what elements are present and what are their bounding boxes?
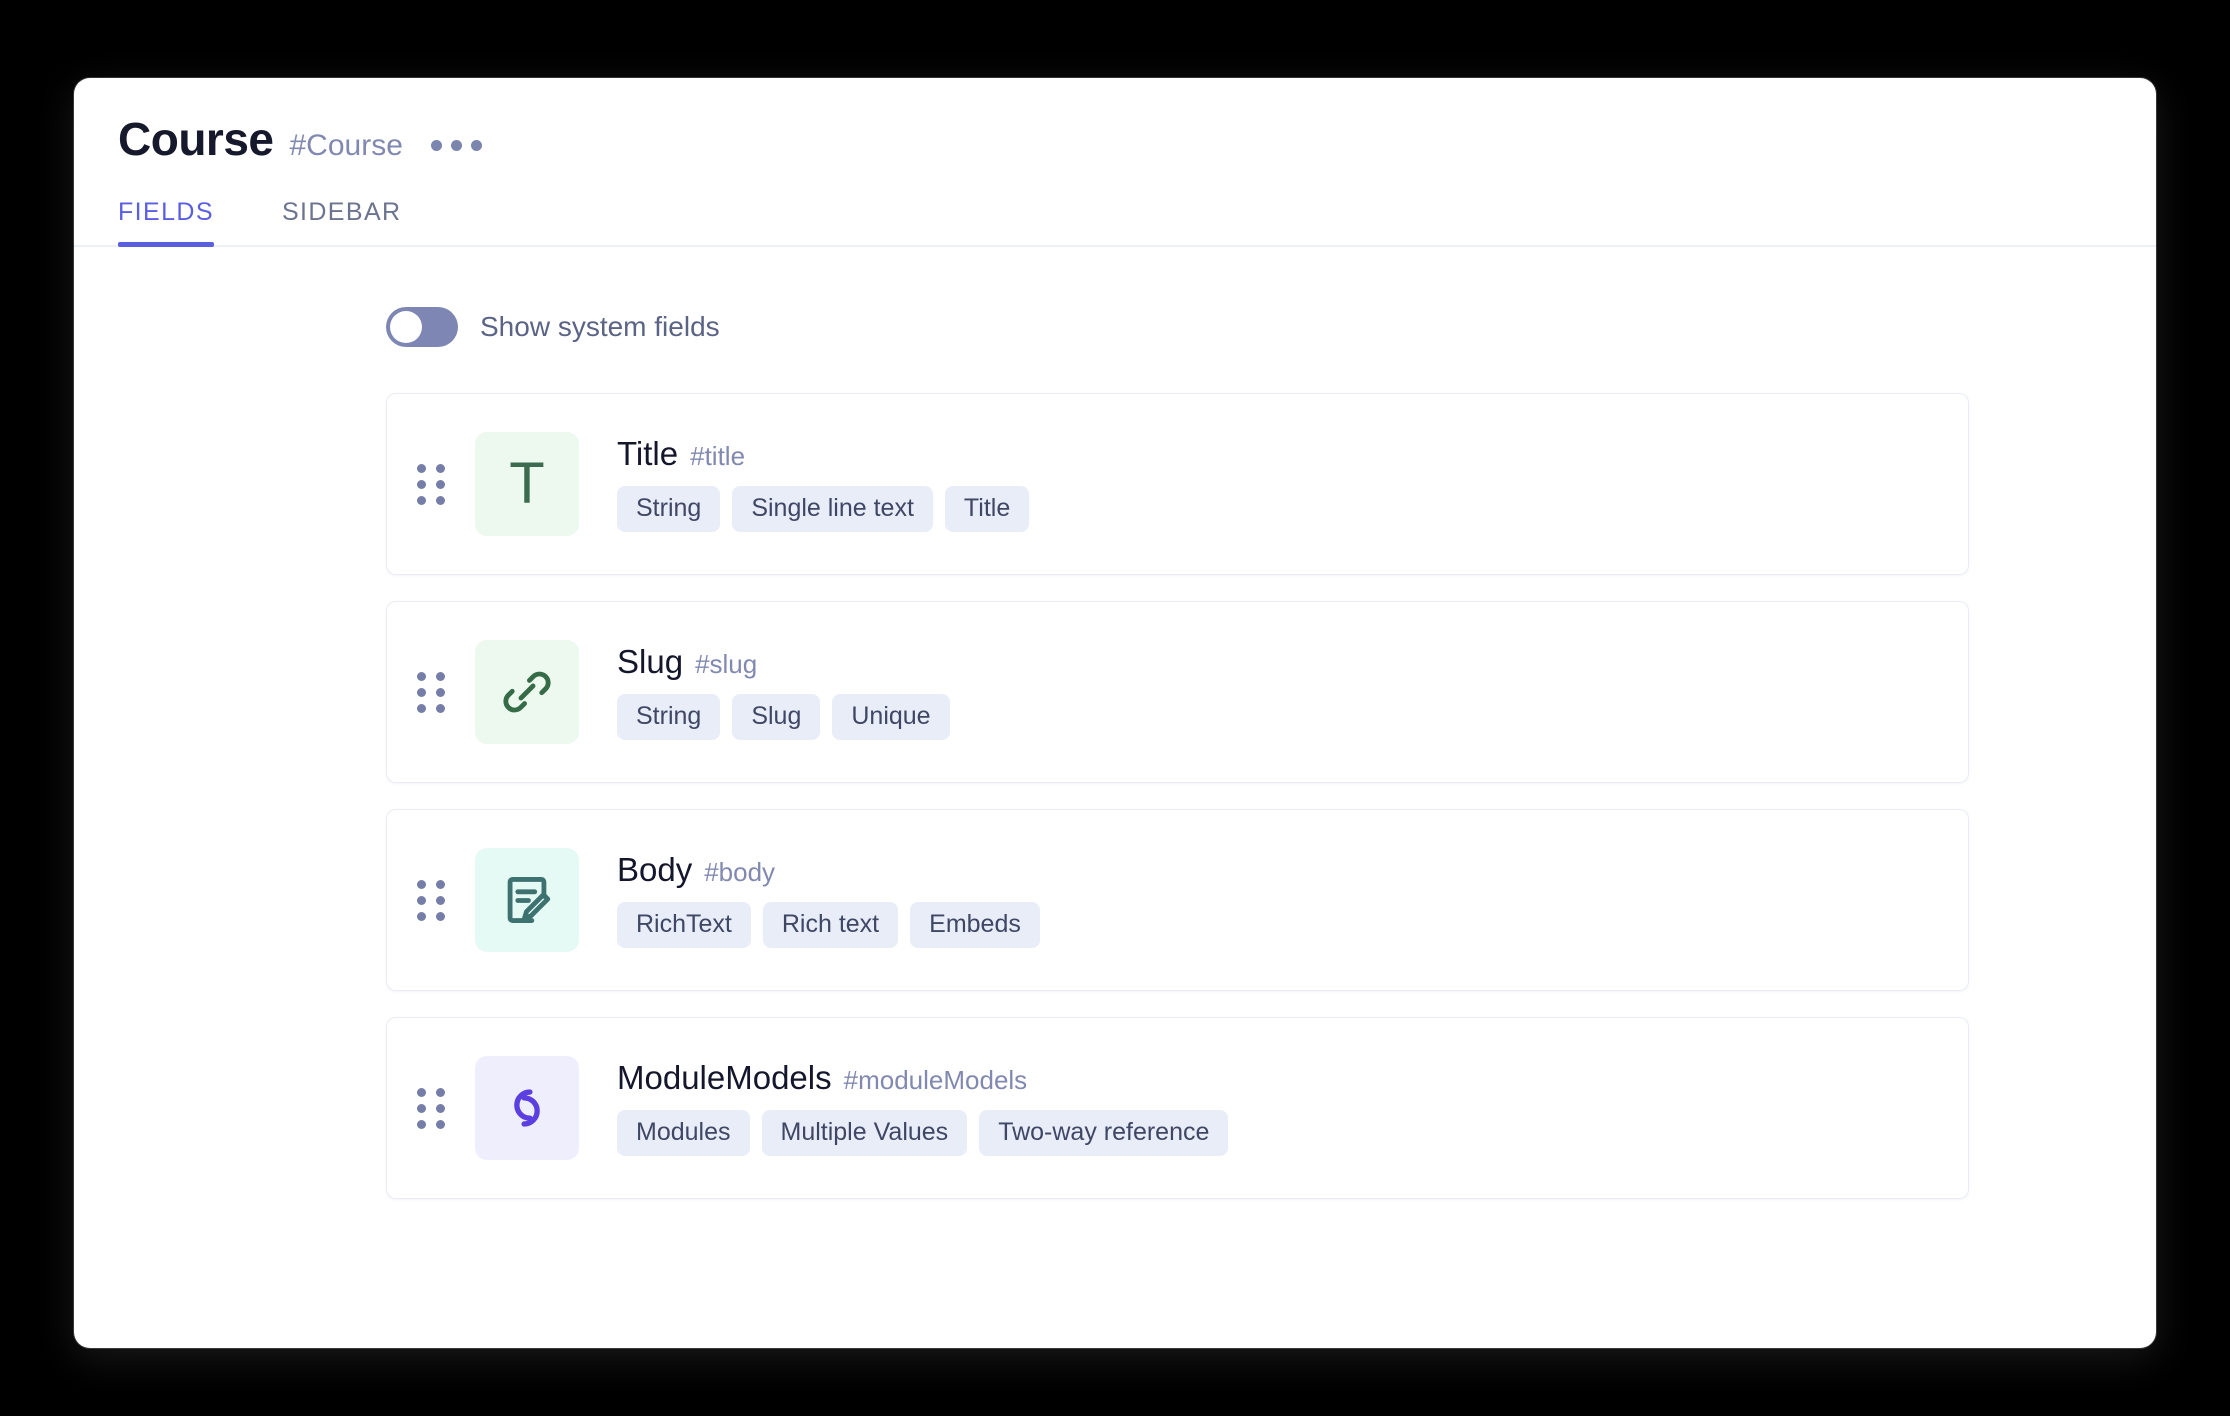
kebab-dot bbox=[450, 139, 462, 151]
field-api-id: #slug bbox=[695, 648, 758, 679]
show-system-fields-toggle[interactable] bbox=[386, 307, 458, 347]
toggle-knob bbox=[390, 311, 422, 343]
drag-dot bbox=[436, 687, 445, 697]
field-tag: Unique bbox=[832, 694, 950, 741]
field-name-row: Title #title bbox=[617, 434, 1029, 472]
kebab-dot bbox=[430, 139, 442, 151]
field-tag: Slug bbox=[732, 694, 821, 741]
link-icon bbox=[475, 640, 579, 744]
drag-handle-icon[interactable] bbox=[417, 879, 445, 921]
drag-dot bbox=[436, 1087, 445, 1097]
field-tag: RichText bbox=[617, 902, 751, 949]
field-api-id: #moduleModels bbox=[843, 1064, 1028, 1095]
field-name: Body bbox=[617, 850, 693, 888]
drag-dot bbox=[417, 463, 426, 473]
drag-dot bbox=[436, 495, 445, 505]
field-card[interactable]: T Title #title String Single line text Title bbox=[386, 393, 1969, 575]
show-system-fields-label: Show system fields bbox=[480, 311, 720, 342]
field-card[interactable]: Body #body RichText Rich text Embeds bbox=[386, 809, 1969, 991]
drag-dot bbox=[417, 911, 426, 921]
drag-dot bbox=[417, 1087, 426, 1097]
field-tag: Two-way reference bbox=[979, 1110, 1229, 1157]
field-tag: Rich text bbox=[762, 902, 899, 949]
drag-dot bbox=[436, 1119, 445, 1129]
rich-text-document-edit-icon bbox=[475, 848, 579, 952]
field-name: ModuleModels bbox=[617, 1058, 832, 1096]
text-field-icon: T bbox=[475, 432, 579, 536]
field-tag: Embeds bbox=[910, 902, 1040, 949]
page-title-api-id: #Course bbox=[289, 129, 403, 162]
field-list: T Title #title String Single line text Title S… bbox=[386, 393, 1969, 1199]
page-header: Course #Course bbox=[74, 78, 2156, 162]
field-card[interactable]: Slug #slug String Slug Unique bbox=[386, 601, 1969, 783]
field-details: Slug #slug String Slug Unique bbox=[617, 642, 950, 741]
field-name: Title bbox=[617, 434, 679, 472]
field-tag: String bbox=[617, 694, 721, 741]
field-api-id: #body bbox=[704, 856, 776, 887]
field-name-row: Slug #slug bbox=[617, 642, 950, 680]
drag-handle-icon[interactable] bbox=[417, 463, 445, 505]
drag-dot bbox=[436, 463, 445, 473]
kebab-dot bbox=[470, 139, 482, 151]
field-api-id: #title bbox=[690, 440, 746, 471]
field-card[interactable]: ModuleModels #moduleModels Modules Multiple… bbox=[386, 1017, 1969, 1199]
field-tag: String bbox=[617, 486, 721, 533]
drag-dot bbox=[417, 687, 426, 697]
drag-dot bbox=[436, 1103, 445, 1113]
drag-dot bbox=[436, 671, 445, 681]
field-tag-row: String Single line text Title bbox=[617, 486, 1030, 533]
model-editor-window: Course #Course FIELDS SIDEBAR Show syste… bbox=[74, 78, 2156, 1348]
fields-panel: Show system fields T Title #title String Sin… bbox=[74, 307, 2156, 1199]
field-tag: Modules bbox=[617, 1110, 750, 1157]
drag-dot bbox=[417, 879, 426, 889]
drag-dot bbox=[436, 479, 445, 489]
drag-dot bbox=[436, 895, 445, 905]
field-name-row: Body #body bbox=[617, 850, 1040, 888]
drag-dot bbox=[417, 671, 426, 681]
tab-bar: FIELDS SIDEBAR bbox=[74, 198, 2156, 247]
field-details: Title #title String Single line text Title bbox=[617, 434, 1030, 533]
tab-sidebar[interactable]: SIDEBAR bbox=[254, 198, 430, 245]
two-way-reference-icon bbox=[475, 1056, 579, 1160]
field-tag: Multiple Values bbox=[761, 1110, 968, 1157]
drag-dot bbox=[436, 879, 445, 889]
drag-dot bbox=[436, 703, 445, 713]
drag-dot bbox=[417, 1119, 426, 1129]
field-tag-row: String Slug Unique bbox=[617, 694, 950, 741]
tab-fields[interactable]: FIELDS bbox=[118, 198, 254, 247]
field-name: Slug bbox=[617, 642, 684, 680]
drag-dot bbox=[436, 911, 445, 921]
field-details: Body #body RichText Rich text Embeds bbox=[617, 850, 1040, 949]
drag-handle-icon[interactable] bbox=[417, 1087, 445, 1129]
drag-handle-icon[interactable] bbox=[417, 671, 445, 713]
drag-dot bbox=[417, 703, 426, 713]
show-system-fields-row: Show system fields bbox=[386, 307, 2156, 347]
field-details: ModuleModels #moduleModels Modules Multiple… bbox=[617, 1058, 1229, 1157]
field-tag-row: RichText Rich text Embeds bbox=[617, 902, 1040, 949]
drag-dot bbox=[417, 895, 426, 905]
field-name-row: ModuleModels #moduleModels bbox=[617, 1058, 1228, 1096]
drag-dot bbox=[417, 1103, 426, 1113]
field-tag-row: Modules Multiple Values Two-way reference bbox=[617, 1110, 1229, 1157]
kebab-menu-icon[interactable] bbox=[427, 132, 486, 159]
field-tag: Single line text bbox=[732, 486, 933, 533]
field-tag: Title bbox=[944, 486, 1030, 533]
page-title: Course bbox=[118, 113, 274, 165]
drag-dot bbox=[417, 479, 426, 489]
drag-dot bbox=[417, 495, 426, 505]
